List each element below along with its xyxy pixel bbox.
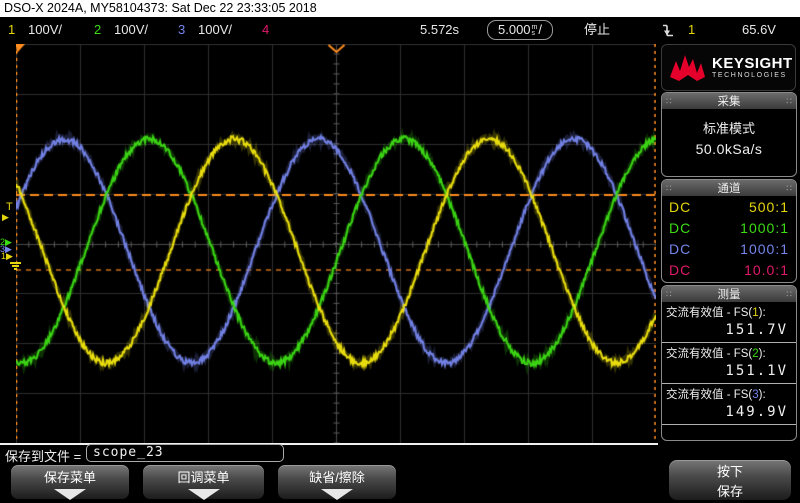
acquisition-mode: 标准模式 (702, 121, 755, 136)
ch2-probe-ratio: 1000:1 (740, 219, 789, 236)
channel-row: DC 1000:1 (662, 217, 796, 238)
softkey-recall-menu[interactable]: 回调菜单 (142, 464, 265, 500)
save-to-file-label: 保存到文件 = (5, 449, 82, 464)
drag-handle-icon: ∷ (786, 95, 792, 106)
trigger-level-readout[interactable]: 65.6V (742, 21, 776, 39)
ch2-number[interactable]: 2 (94, 21, 101, 39)
window-title: DSO-X 2024A, MY58104373: Sat Dec 22 23:3… (4, 1, 317, 15)
ch3-coupling: DC (669, 240, 692, 257)
down-arrow-icon (321, 489, 353, 500)
measurement-value: 151.1V (725, 363, 788, 379)
measurements-panel-header[interactable]: ∷ 测量 ∷ (662, 286, 796, 302)
trigger-source[interactable]: 1 (688, 21, 695, 39)
ch4-probe-ratio: 10.0:1 (744, 261, 789, 278)
ch1-number[interactable]: 1 (8, 21, 15, 39)
timebase-readout[interactable]: 5.000 m s / (487, 20, 554, 40)
drag-handle-icon: ∷ (786, 288, 792, 299)
acquisition-panel-header[interactable]: ∷ 采集 ∷ (662, 93, 796, 109)
measurement-value: 149.9V (725, 404, 788, 420)
down-arrow-icon (54, 489, 86, 500)
run-state[interactable]: 停止 (584, 21, 610, 39)
titlebar: DSO-X 2024A, MY58104373: Sat Dec 22 23:3… (0, 0, 800, 17)
timebase-value: 5.000 (498, 22, 531, 37)
ch4-number[interactable]: 4 (262, 21, 269, 39)
ch1-scale[interactable]: 100V/ (28, 21, 62, 39)
ch1-ground-marker[interactable]: 1▶ (1, 252, 13, 261)
acquisition-panel: ∷ 采集 ∷ 标准模式 50.0kSa/s (661, 92, 797, 177)
sample-rate: 50.0kSa/s (695, 141, 763, 157)
channel-row: DC 500:1 (662, 196, 796, 217)
ch1-coupling: DC (669, 198, 692, 215)
channel-row: DC 1000:1 (662, 238, 796, 259)
brand-name: KEYSIGHT (712, 54, 793, 72)
ch3-scale[interactable]: 100V/ (198, 21, 232, 39)
brand-subname: TECHNOLOGIES (712, 71, 787, 79)
ch1-probe-ratio: 500:1 (748, 198, 789, 215)
timebase-unit: ms (531, 23, 538, 37)
oscilloscope-screen: DSO-X 2024A, MY58104373: Sat Dec 22 23:3… (0, 0, 800, 503)
ch3-probe-ratio: 1000:1 (740, 240, 789, 257)
channels-title: 通道 (717, 183, 741, 195)
brand-text: KEYSIGHT TECHNOLOGIES (712, 56, 793, 80)
channel-row: DC 10.0:1 (662, 259, 796, 280)
waveform-display[interactable] (16, 44, 656, 443)
measurement-item: 交流有效值 - FS(1): 151.7V (662, 302, 796, 343)
brand-panel: KEYSIGHT TECHNOLOGIES (661, 44, 796, 91)
acquisition-title: 采集 (717, 96, 741, 108)
channels-panel: ∷ 通道 ∷ DC 500:1 DC 1000:1 DC 1000:1 DC 1… (661, 179, 797, 283)
delay-readout[interactable]: 5.572s (420, 21, 459, 39)
trigger-edge-icon[interactable] (662, 23, 674, 41)
ch2-scale[interactable]: 100V/ (114, 21, 148, 39)
drag-handle-icon: ∷ (786, 182, 792, 193)
ch4-coupling: DC (669, 261, 692, 278)
down-arrow-icon (187, 489, 220, 500)
keysight-logo-icon (670, 54, 705, 81)
drag-handle-icon: ∷ (666, 288, 672, 299)
drag-handle-icon: ∷ (666, 95, 672, 106)
statusbar: 1 100V/ 2 100V/ 3 100V/ 4 5.572s 5.000 m s… (0, 17, 800, 43)
measurement-value: 151.7V (725, 322, 788, 338)
drag-handle-icon: ∷ (666, 182, 672, 193)
channels-panel-header[interactable]: ∷ 通道 ∷ (662, 180, 796, 196)
measurement-item: 交流有效值 - FS(3): 149.9V (662, 384, 796, 425)
measurements-title: 测量 (717, 289, 741, 301)
trigger-level-marker[interactable]: ▶ (2, 213, 9, 222)
softkey-save-menu[interactable]: 保存菜单 (10, 464, 130, 500)
ch3-number[interactable]: 3 (178, 21, 185, 39)
ch2-coupling: DC (669, 219, 692, 236)
measurement-item: 交流有效值 - FS(2): 151.1V (662, 343, 796, 384)
measurements-panel: ∷ 测量 ∷ 交流有效值 - FS(1): 151.7V 交流有效值 - FS(… (661, 285, 797, 441)
softkey-default-erase[interactable]: 缺省/擦除 (277, 464, 397, 500)
filename-input[interactable]: scope_23 (86, 444, 284, 462)
press-to-save-button[interactable]: 按下 保存 (668, 459, 792, 501)
